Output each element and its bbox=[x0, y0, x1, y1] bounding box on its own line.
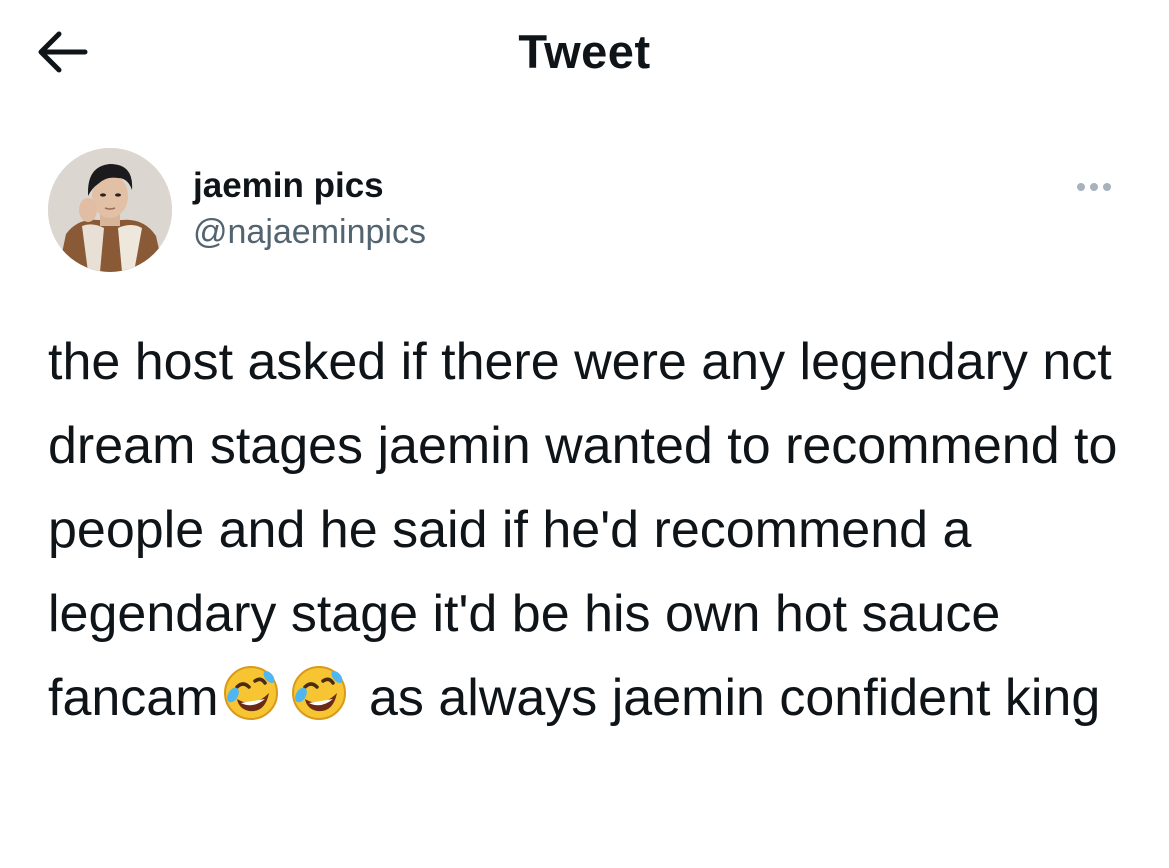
more-horizontal-icon bbox=[1103, 183, 1111, 191]
tweet-text-part2: as always jaemin confident king bbox=[354, 669, 1101, 727]
more-horizontal-icon bbox=[1090, 183, 1098, 191]
tweet-header: Tweet bbox=[0, 0, 1169, 100]
profile-photo bbox=[48, 148, 172, 272]
page-title: Tweet bbox=[518, 25, 651, 78]
rolling-on-floor-laughing-emoji bbox=[291, 666, 346, 720]
author-display-name[interactable]: jaemin pics bbox=[193, 164, 384, 208]
author-handle[interactable]: @najaeminpics bbox=[193, 210, 426, 254]
tweet-text-part1: the host asked if there were any legenda… bbox=[48, 333, 1132, 727]
tweet-body: the host asked if there were any legenda… bbox=[48, 320, 1148, 740]
more-options-button[interactable] bbox=[1068, 174, 1120, 200]
avatar[interactable] bbox=[48, 148, 172, 272]
rolling-on-floor-laughing-emoji bbox=[223, 666, 278, 720]
more-horizontal-icon bbox=[1077, 183, 1085, 191]
